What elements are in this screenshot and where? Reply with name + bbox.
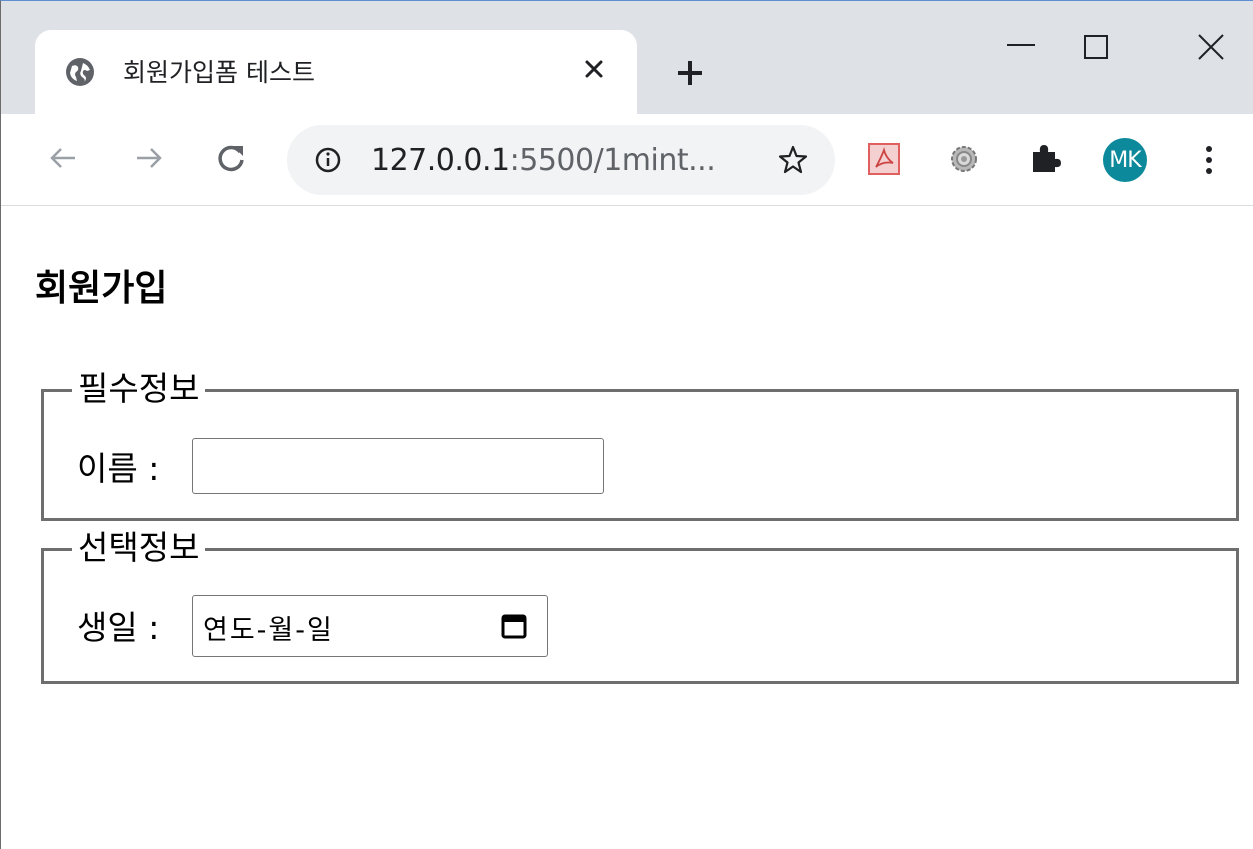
birthday-placeholder: 연도-월-일 [203,615,334,646]
bookmark-star-icon[interactable] [775,142,811,178]
close-icon[interactable] [1191,27,1231,67]
birthday-date-input[interactable]: 연도-월-일 [192,595,548,657]
plus-icon[interactable] [670,53,710,93]
forward-arrow-icon[interactable] [129,138,169,178]
reload-icon[interactable] [211,138,251,178]
info-icon[interactable] [313,145,343,175]
name-input[interactable] [192,438,604,494]
url-host: 127.0.0.1 [371,143,510,178]
maximize-icon[interactable] [1076,27,1116,67]
tab-close-icon[interactable] [578,53,610,85]
back-arrow-icon[interactable] [43,138,83,178]
browser-toolbar: 127.0.0.1:5500/1mint... MK [1,114,1253,206]
required-info-legend: 필수정보 [72,369,206,409]
optional-info-fieldset: 선택정보 생일 : 연도-월-일 [41,528,1239,684]
tab-strip: 회원가입폼 테스트 [1,1,1253,114]
globe-icon [66,58,94,86]
calendar-icon[interactable] [499,611,529,641]
name-label: 이름 : [77,449,160,488]
tab-title: 회원가입폼 테스트 [123,58,315,87]
minimize-icon[interactable] [1001,31,1041,61]
url-text[interactable]: 127.0.0.1:5500/1mint... [371,143,716,178]
required-info-fieldset: 필수정보 이름 : [41,369,1239,521]
browser-window: 회원가입폼 테스트 127.0.0.1:5500/1mint... MK 회원가… [0,0,1253,849]
address-bar[interactable]: 127.0.0.1:5500/1mint... [287,125,835,195]
optional-info-legend: 선택정보 [72,528,206,568]
avatar[interactable]: MK [1103,138,1147,182]
more-menu-icon[interactable] [1197,140,1221,180]
puzzle-icon[interactable] [1027,140,1063,176]
url-path: :5500/1mint... [509,143,716,178]
gear-icon[interactable] [947,142,981,176]
page-title: 회원가입 [35,268,168,309]
pdf-icon[interactable] [867,142,901,176]
birthday-label: 생일 : [77,608,160,647]
